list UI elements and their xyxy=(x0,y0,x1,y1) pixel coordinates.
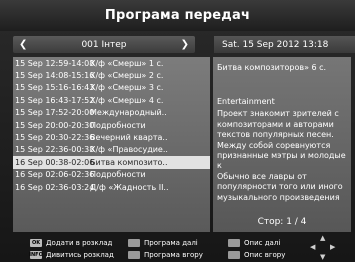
hint-program-up[interactable]: Програма вгору xyxy=(128,251,203,259)
program-row[interactable]: 15 Sep 14:08-15:16 Х/ф «Смерш» 2 с. xyxy=(13,69,210,81)
description-line: композиторами и авторами xyxy=(217,119,334,129)
hint-description-next[interactable]: Опис далі xyxy=(228,239,280,247)
program-list[interactable]: 15 Sep 12:59-14:08 Х/ф «Смерш» 1 с. 15 Sep… xyxy=(13,57,210,232)
nav-up-icon: ▲ xyxy=(320,234,326,242)
program-title: Подробности xyxy=(90,120,146,130)
hint-program-next[interactable]: Програма далі xyxy=(128,239,198,247)
description-line: Обычно все лавры от xyxy=(217,171,307,181)
channel-selector[interactable]: ❮ 001 Інтер ❯ xyxy=(13,36,195,53)
detail-description: Проект знакомит зрителей с композиторами … xyxy=(217,109,347,203)
detail-genre: Entertainment xyxy=(217,97,275,106)
yellow-key-icon xyxy=(228,239,240,247)
date-time-label: Sat. 15 Sep 2012 13:18 xyxy=(222,39,329,50)
info-key-icon: INFO xyxy=(29,251,43,259)
hint-view-schedule-label: Дивитись розклад xyxy=(46,251,114,259)
red-key-icon xyxy=(128,239,140,247)
title-bar: Програма передач xyxy=(0,0,355,31)
program-row[interactable]: 15 Sep 16:43-17:52 Х/ф «Смерш» 4 с. xyxy=(13,94,210,106)
hint-program-up-label: Програма вгору xyxy=(144,251,203,259)
hint-description-up-label: Опис вгору xyxy=(244,251,286,259)
program-title: Х/ф «Смерш» 4 с. xyxy=(90,95,164,105)
description-line: признанные мэтры и молодые xyxy=(217,151,346,161)
program-title: Х/ф «Смерш» 2 с. xyxy=(90,71,164,81)
program-row[interactable]: 15 Sep 17:52-20:00 Международный.. xyxy=(13,107,210,119)
hint-add-schedule[interactable]: OK Додати в розклад xyxy=(30,239,112,247)
program-title: Битва композито.. xyxy=(90,157,168,167)
program-row[interactable]: 16 Sep 00:38-02:06 Битва композито.. xyxy=(13,156,210,169)
program-detail-panel: Битва композиторов» 6 с. Entertainment П… xyxy=(213,57,351,232)
program-time: 15 Sep 17:52-20:00 xyxy=(15,108,95,118)
navigation-pad-icon: ▲ ▼ ◀ ▶ xyxy=(310,234,338,262)
hint-program-next-label: Програма далі xyxy=(144,239,198,247)
program-title: Х/ф «Смерш» 3 с. xyxy=(90,83,164,93)
program-row[interactable]: 15 Sep 20:30-22:36 Вечерний кварта.. xyxy=(13,131,210,143)
program-time: 15 Sep 20:30-22:36 xyxy=(15,133,95,143)
program-row[interactable]: 15 Sep 15:16-16:43 Х/ф «Смерш» 3 с. xyxy=(13,82,210,94)
program-row[interactable]: 16 Sep 02:06-02:36 Подробности xyxy=(13,169,210,181)
green-key-icon xyxy=(128,251,140,259)
program-title: Х/ф «Смерш» 1 с. xyxy=(90,58,164,68)
description-line: Между собой соревнуются xyxy=(217,140,331,150)
description-line: Проект знакомит зрителей с xyxy=(217,109,339,119)
ok-key-icon: OK xyxy=(30,239,42,247)
hint-view-schedule[interactable]: INFO Дивитись розклад xyxy=(29,251,114,259)
program-title: Вечерний кварта.. xyxy=(90,133,168,143)
program-time: 16 Sep 00:38-02:06 xyxy=(15,157,95,167)
hint-add-schedule-label: Додати в розклад xyxy=(46,239,113,247)
description-line: текстов популярных песен. xyxy=(217,130,334,140)
epg-screen: Програма передач ❮ 001 Інтер ❯ Sat. 15 S… xyxy=(0,0,355,262)
arrow-left-icon[interactable]: ❮ xyxy=(19,39,27,50)
description-line: музыкального произведения xyxy=(217,192,340,202)
program-time: 15 Sep 20:00-20:30 xyxy=(15,120,95,130)
description-line: к xyxy=(217,161,222,171)
program-title: Международный.. xyxy=(90,108,167,118)
description-line: популярности того или иного xyxy=(217,182,343,192)
program-row[interactable]: 16 Sep 02:36-03:24 Д/ф «Жадность II.. xyxy=(13,181,210,193)
program-title: Д/ф «Жадность II.. xyxy=(90,182,169,192)
arrow-right-icon[interactable]: ❯ xyxy=(181,39,189,50)
program-title: Х/ф «Правосудие.. xyxy=(90,145,168,155)
blue-key-icon xyxy=(228,251,240,259)
page-title: Програма передач xyxy=(104,8,251,23)
program-title: Подробности xyxy=(90,170,146,180)
nav-down-icon: ▼ xyxy=(320,253,326,261)
program-row[interactable]: 15 Sep 12:59-14:08 Х/ф «Смерш» 1 с. xyxy=(13,57,210,69)
page-indicator: Стор: 1 / 4 xyxy=(257,216,307,227)
program-row[interactable]: 15 Sep 20:00-20:30 Подробности xyxy=(13,119,210,131)
program-time: 16 Sep 02:36-03:24 xyxy=(15,182,95,192)
channel-name: 001 Інтер xyxy=(81,39,127,50)
detail-title: Битва композиторов» 6 с. xyxy=(217,63,327,72)
program-time: 15 Sep 12:59-14:08 xyxy=(15,58,95,68)
nav-right-icon: ▶ xyxy=(330,243,336,251)
program-row[interactable]: 15 Sep 22:36-00:38 Х/ф «Правосудие.. xyxy=(13,144,210,156)
program-time: 15 Sep 15:16-16:43 xyxy=(15,83,95,93)
hint-description-next-label: Опис далі xyxy=(244,239,281,247)
program-time: 15 Sep 14:08-15:16 xyxy=(15,71,95,81)
footer-hints: OK Додати в розклад Програма далі Опис д… xyxy=(0,236,355,262)
date-time-display: Sat. 15 Sep 2012 13:18 xyxy=(214,36,355,53)
program-time: 15 Sep 22:36-00:38 xyxy=(15,145,95,155)
nav-left-icon: ◀ xyxy=(310,243,316,251)
program-time: 15 Sep 16:43-17:52 xyxy=(15,95,95,105)
hint-description-up[interactable]: Опис вгору xyxy=(228,251,285,259)
program-time: 16 Sep 02:06-02:36 xyxy=(15,170,95,180)
